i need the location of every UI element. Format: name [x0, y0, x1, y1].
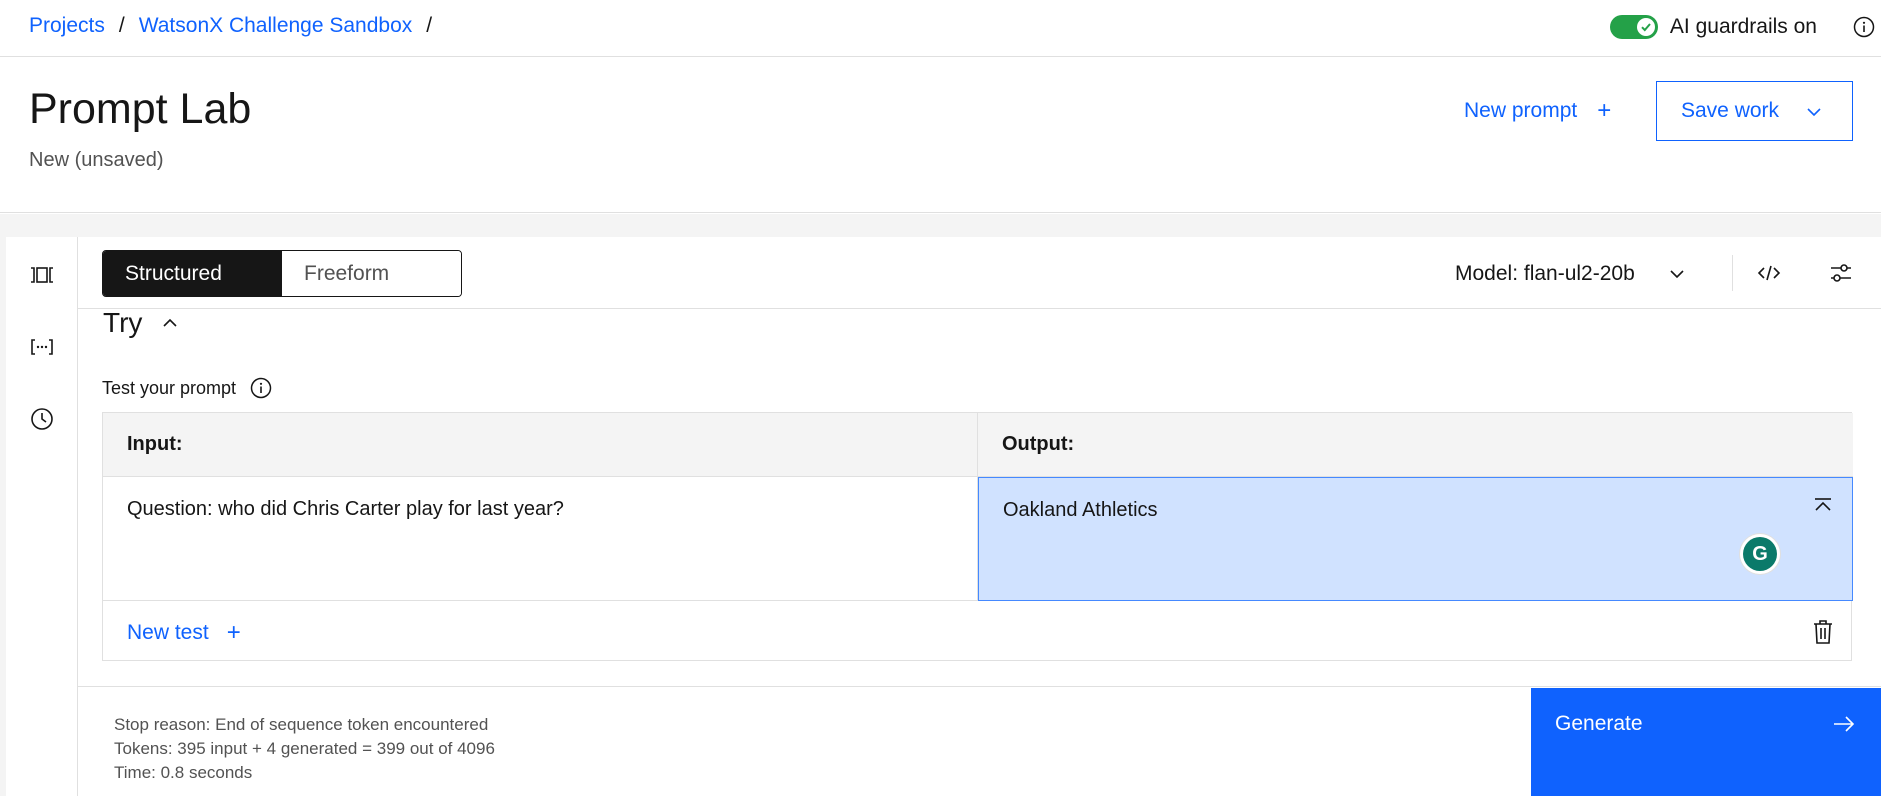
mode-switcher: Structured Freeform	[102, 250, 462, 297]
prompt-panel: Structured Freeform Model: flan-ul2-20b …	[78, 237, 1881, 796]
save-work-button[interactable]: Save work	[1656, 81, 1853, 141]
guardrails-toggle[interactable]	[1609, 15, 1658, 39]
collapse-up-icon[interactable]	[1812, 496, 1834, 518]
model-selector[interactable]: Model: flan-ul2-20b	[1455, 250, 1685, 297]
settings-sliders-icon[interactable]	[1827, 259, 1855, 287]
prompt-toolbar: Structured Freeform Model: flan-ul2-20b	[78, 237, 1881, 309]
stop-reason: Stop reason: End of sequence token encou…	[114, 715, 489, 734]
new-prompt-button[interactable]: New prompt +	[1464, 81, 1611, 141]
code-icon[interactable]	[1755, 259, 1783, 287]
page-subtitle: New (unsaved)	[29, 149, 164, 171]
page-title: Prompt Lab	[29, 85, 252, 133]
test-output-text: Oakland Athletics	[1003, 499, 1158, 521]
page-header: Prompt Lab New (unsaved) New prompt + Sa…	[0, 57, 1881, 213]
model-label: Model: flan-ul2-20b	[1455, 261, 1635, 285]
guardrails-label: AI guardrails on	[1669, 15, 1817, 38]
new-test-button[interactable]: New test +	[127, 619, 241, 647]
token-count: Tokens: 395 input + 4 generated = 399 ou…	[114, 739, 495, 758]
breadcrumb-projects[interactable]: Projects	[29, 14, 105, 38]
breadcrumb-separator: /	[426, 14, 433, 37]
toolbar-divider	[1732, 255, 1733, 291]
input-column-header: Input:	[103, 413, 978, 477]
info-icon[interactable]	[250, 377, 272, 399]
tab-freeform[interactable]: Freeform	[282, 251, 461, 296]
chevron-down-icon	[1670, 269, 1684, 278]
tab-structured[interactable]: Structured	[103, 251, 282, 296]
try-heading: Try	[103, 307, 143, 338]
plus-icon: +	[226, 619, 241, 646]
new-test-label: New test	[127, 621, 209, 644]
grammarly-icon[interactable]: G	[1740, 534, 1780, 574]
try-section-toggle[interactable]: Try	[103, 307, 178, 339]
generation-time: Time: 0.8 seconds	[114, 763, 253, 782]
info-icon[interactable]	[1853, 16, 1875, 38]
generate-label: Generate	[1555, 712, 1643, 735]
trash-icon[interactable]	[1811, 619, 1835, 645]
arrow-right-icon	[1834, 716, 1855, 732]
chevron-up-icon	[163, 318, 177, 327]
test-prompt-label-row: Test your prompt	[102, 377, 272, 399]
history-icon[interactable]	[28, 405, 56, 433]
save-work-label: Save work	[1681, 99, 1780, 122]
output-column-header: Output:	[978, 413, 1853, 477]
breadcrumb: Projects / WatsonX Challenge Sandbox /	[29, 14, 446, 38]
test-input-field[interactable]: Question: who did Chris Carter play for …	[103, 477, 978, 601]
guardrails-control: AI guardrails on	[1609, 12, 1881, 42]
top-bar: Projects / WatsonX Challenge Sandbox / A…	[0, 0, 1881, 57]
test-prompt-label: Test your prompt	[102, 377, 237, 398]
plus-icon: +	[1597, 97, 1612, 124]
breadcrumb-separator: /	[118, 14, 125, 37]
chevron-down-icon	[1807, 108, 1821, 117]
test-output-field[interactable]: Oakland Athletics G	[978, 477, 1853, 601]
variables-icon[interactable]	[28, 333, 56, 361]
generate-button[interactable]: Generate	[1531, 688, 1881, 796]
grammarly-letter: G	[1743, 537, 1777, 571]
generation-stats: Stop reason: End of sequence token encou…	[114, 713, 495, 785]
check-icon	[1636, 18, 1655, 36]
breadcrumb-project[interactable]: WatsonX Challenge Sandbox	[139, 14, 413, 38]
new-prompt-label: New prompt	[1464, 99, 1578, 122]
sample-prompts-icon[interactable]	[28, 261, 56, 289]
footer-divider	[78, 686, 1881, 687]
test-table: Input: Output: Question: who did Chris C…	[102, 412, 1853, 661]
side-rail	[6, 237, 78, 796]
